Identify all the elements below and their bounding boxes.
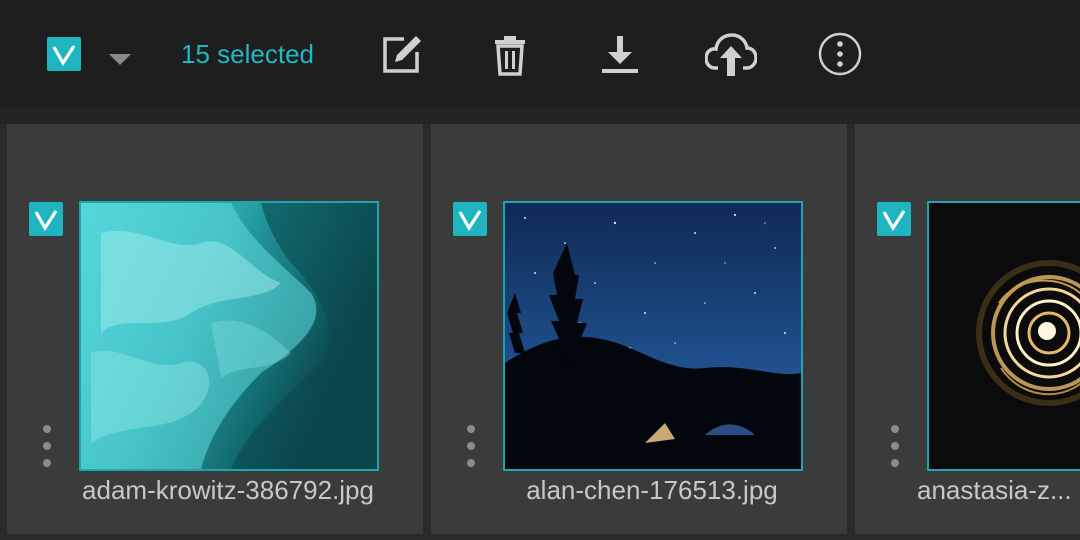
photo-options-button[interactable]: [890, 425, 900, 467]
photo-options-button[interactable]: [466, 425, 476, 467]
selection-count: 15 selected: [181, 39, 314, 69]
more-options-button[interactable]: [816, 30, 864, 78]
photo-filename: adam-krowitz-386792.jpg: [82, 475, 374, 505]
download-icon: [602, 36, 638, 73]
night-sky-image: [505, 203, 801, 469]
checkbox-checked-icon: [458, 210, 482, 232]
photo-thumbnail[interactable]: [503, 201, 803, 471]
aerial-ocean-image: [81, 203, 377, 469]
trash-icon: [495, 36, 525, 76]
photo-options-button[interactable]: [42, 425, 52, 467]
selection-toolbar: 15 selected: [0, 0, 1080, 108]
checkbox-checked-icon: [882, 210, 906, 232]
download-button[interactable]: [596, 30, 644, 78]
select-all-checkbox[interactable]: [47, 37, 81, 71]
photo-select-checkbox[interactable]: [453, 202, 487, 236]
photo-thumbnail[interactable]: [79, 201, 379, 471]
edit-icon: [383, 36, 421, 73]
cloud-upload-icon: [705, 33, 757, 76]
checkbox-checked-icon: [34, 210, 58, 232]
light-swirl-image: [929, 203, 1080, 469]
photo-select-checkbox[interactable]: [877, 202, 911, 236]
toolbar-divider: [0, 108, 1080, 124]
upload-button[interactable]: [705, 30, 757, 78]
chevron-down-icon[interactable]: [109, 54, 131, 65]
more-vertical-icon: [818, 32, 862, 76]
photo-filename: anastasia-z...: [917, 475, 1072, 505]
edit-button[interactable]: [378, 30, 426, 78]
photo-thumbnail[interactable]: [927, 201, 1080, 471]
delete-button[interactable]: [486, 30, 534, 78]
checkbox-checked-icon: [52, 45, 76, 67]
photo-select-checkbox[interactable]: [29, 202, 63, 236]
photo-filename: alan-chen-176513.jpg: [526, 475, 778, 505]
